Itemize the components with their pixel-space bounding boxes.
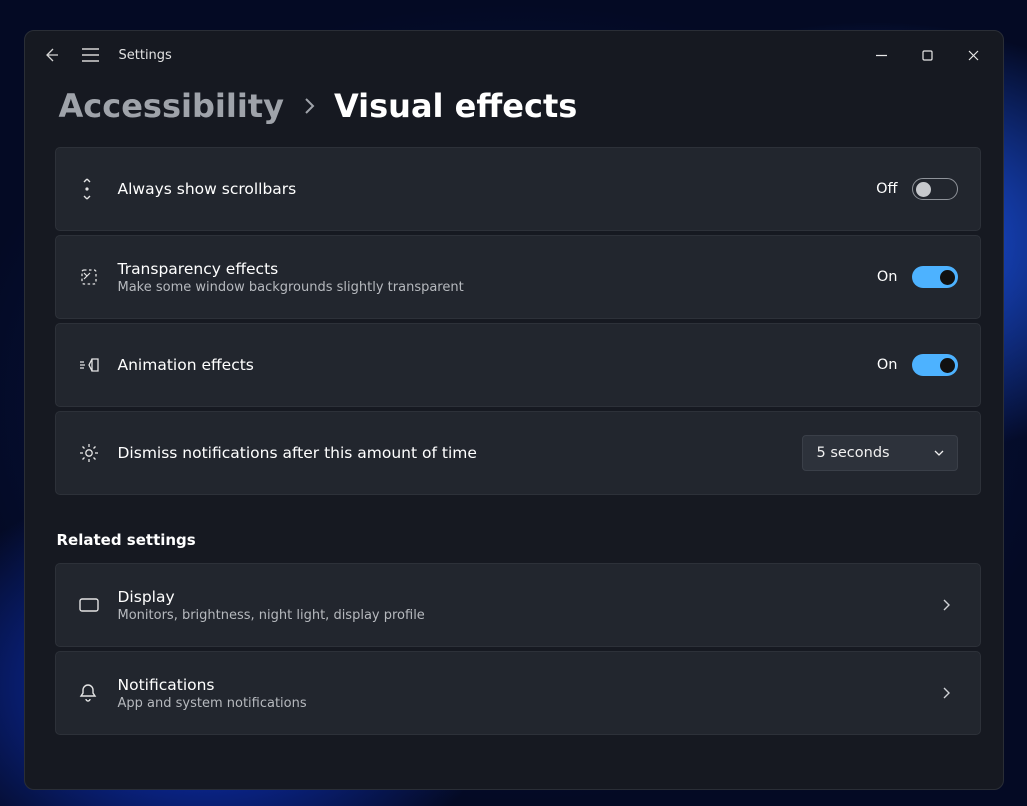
- scrollbars-toggle[interactable]: [912, 178, 958, 200]
- dropdown-value: 5 seconds: [817, 445, 890, 461]
- setting-title: Always show scrollbars: [118, 180, 877, 198]
- scrollbar-icon: [78, 178, 118, 200]
- transparency-toggle[interactable]: [912, 266, 958, 288]
- app-title: Settings: [119, 48, 172, 63]
- setting-title: Display: [118, 588, 934, 606]
- setting-scrollbars: Always show scrollbars Off: [55, 147, 981, 231]
- setting-description: Make some window backgrounds slightly tr…: [118, 280, 877, 295]
- maximize-button[interactable]: [905, 39, 951, 71]
- minimize-button[interactable]: [859, 39, 905, 71]
- setting-dismiss-notifications: Dismiss notifications after this amount …: [55, 411, 981, 495]
- chevron-down-icon: [933, 447, 945, 459]
- chevron-right-icon: [302, 95, 316, 117]
- setting-title: Transparency effects: [118, 260, 877, 278]
- close-button[interactable]: [951, 39, 997, 71]
- setting-title: Notifications: [118, 676, 934, 694]
- setting-description: Monitors, brightness, night light, displ…: [118, 608, 934, 623]
- related-settings-heading: Related settings: [57, 531, 981, 549]
- content-area: Always show scrollbars Off Transparency …: [25, 147, 1003, 789]
- toggle-state-label: On: [877, 269, 898, 285]
- dismiss-duration-dropdown[interactable]: 5 seconds: [802, 435, 958, 471]
- hamburger-menu-button[interactable]: [71, 35, 111, 75]
- breadcrumb-current: Visual effects: [334, 87, 577, 125]
- related-notifications[interactable]: Notifications App and system notificatio…: [55, 651, 981, 735]
- related-display[interactable]: Display Monitors, brightness, night ligh…: [55, 563, 981, 647]
- setting-transparency: Transparency effects Make some window ba…: [55, 235, 981, 319]
- window-controls: [859, 39, 997, 71]
- bell-icon: [78, 682, 118, 704]
- transparency-icon: [78, 267, 118, 287]
- setting-title: Dismiss notifications after this amount …: [118, 444, 802, 462]
- display-icon: [78, 596, 118, 614]
- settings-window: Settings Accessibility Visual effects: [24, 30, 1004, 790]
- setting-description: App and system notifications: [118, 696, 934, 711]
- setting-animation: Animation effects On: [55, 323, 981, 407]
- setting-title: Animation effects: [118, 356, 877, 374]
- toggle-state-label: On: [877, 357, 898, 373]
- breadcrumb: Accessibility Visual effects: [25, 79, 1003, 147]
- brightness-icon: [78, 442, 118, 464]
- chevron-right-icon: [934, 686, 958, 700]
- titlebar: Settings: [25, 31, 1003, 79]
- animation-toggle[interactable]: [912, 354, 958, 376]
- toggle-state-label: Off: [876, 181, 897, 197]
- chevron-right-icon: [934, 598, 958, 612]
- animation-icon: [78, 356, 118, 374]
- breadcrumb-parent[interactable]: Accessibility: [59, 87, 284, 125]
- back-button[interactable]: [31, 35, 71, 75]
